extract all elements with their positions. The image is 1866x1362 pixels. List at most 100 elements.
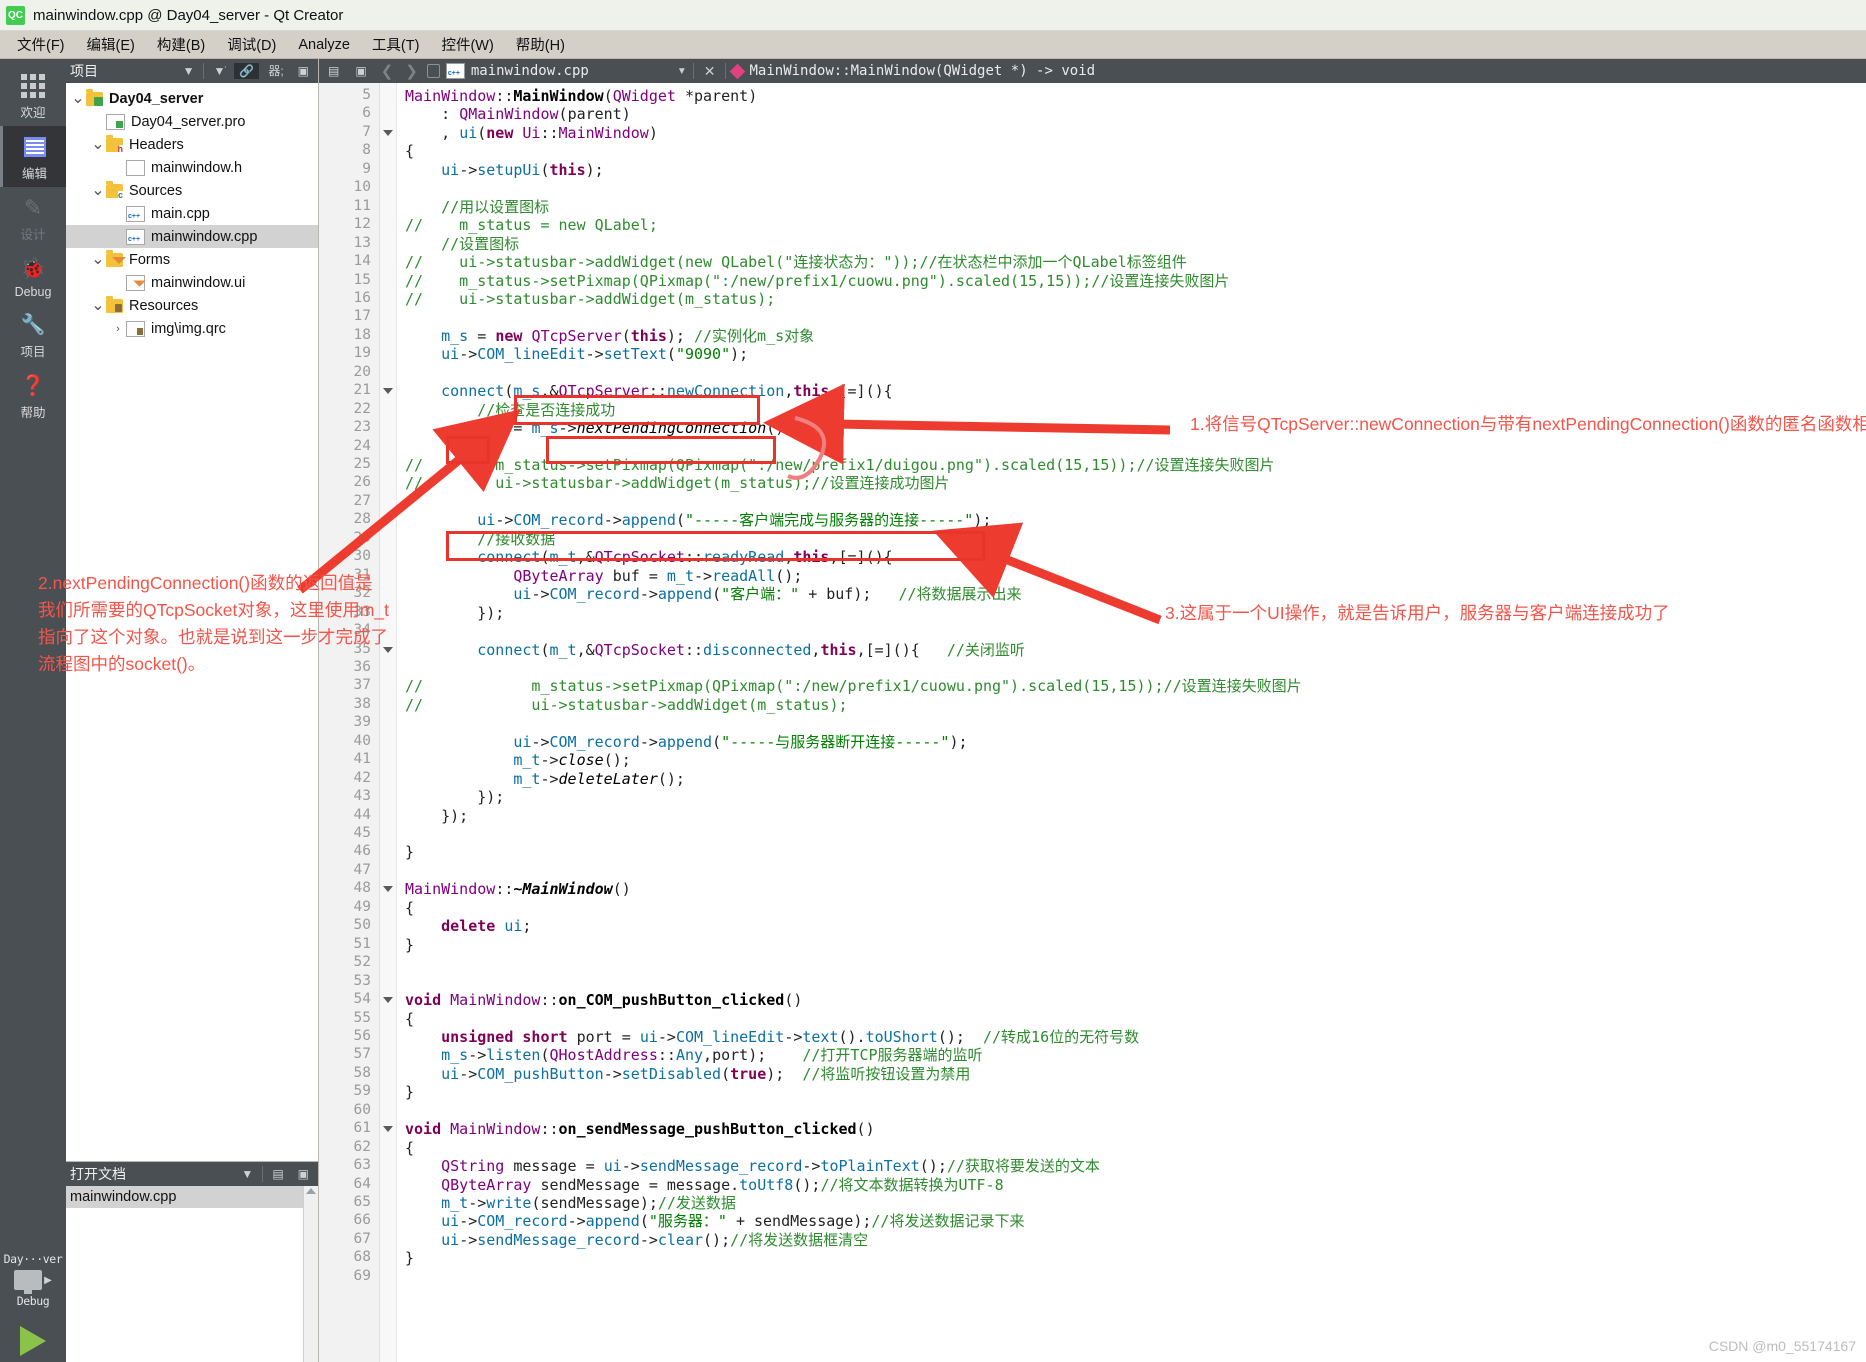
line-number: 20 <box>354 364 371 380</box>
split-icon[interactable]: 器; <box>263 63 288 79</box>
chevron-right-icon[interactable]: ❯ <box>402 62 421 80</box>
tree-item-label: Day04_server <box>109 91 203 107</box>
split-icon[interactable]: ▤ <box>323 63 344 79</box>
code-line: }); <box>405 807 468 825</box>
line-number: 28 <box>354 511 371 527</box>
menu-debug[interactable]: 调试(D) <box>216 31 287 58</box>
main-area: 欢迎编辑✎设计🐞Debug🔧项目❓帮助 Day···ver ▶ Debug 项目… <box>0 59 1866 1362</box>
fold-marker-icon[interactable] <box>383 127 393 137</box>
qt-creator-window: QC mainwindow.cpp @ Day04_server - Qt Cr… <box>0 0 1866 1360</box>
current-symbol[interactable]: MainWindow::MainWindow(QWidget *) -> voi… <box>749 63 1095 79</box>
chevron-down-icon[interactable]: ▼ <box>677 66 687 77</box>
code-line: } <box>405 843 414 861</box>
mode-selector-bar: 欢迎编辑 ✎ 设计 🐞Debug🔧项目❓帮助 Day···ver ▶ Debug <box>0 59 66 1362</box>
fold-marker-icon[interactable] <box>383 385 393 395</box>
folder-res-icon <box>106 299 123 313</box>
line-number: 19 <box>354 345 371 361</box>
menu-analyze[interactable]: Analyze <box>287 34 361 56</box>
document-lines-icon <box>22 134 48 160</box>
tree-item[interactable]: ⌄Resources <box>66 294 318 317</box>
line-number: 11 <box>354 198 371 214</box>
tree-item[interactable]: mainwindow.ui <box>66 271 318 294</box>
chevron-right-icon[interactable]: › <box>110 323 126 335</box>
fold-marker-icon[interactable] <box>383 883 393 893</box>
fold-marker-icon[interactable] <box>383 994 393 1004</box>
code-line: { <box>405 1010 414 1028</box>
chevron-down-icon[interactable]: ⌄ <box>90 255 106 265</box>
cpp-file-icon <box>446 63 465 79</box>
tree-item[interactable]: Day04_server.pro <box>66 110 318 133</box>
split-icon[interactable]: ▤ <box>267 1166 288 1182</box>
menu-window[interactable]: 控件(W) <box>430 31 504 58</box>
tree-item[interactable]: ⌄Sources <box>66 179 318 202</box>
line-number: 9 <box>362 161 371 177</box>
close-panel-icon[interactable]: ▣ <box>350 63 371 79</box>
code-area[interactable]: 5678910111213141516171819202122232425262… <box>319 83 1866 1362</box>
scroll-up-icon[interactable] <box>306 1188 316 1194</box>
tree-item-label: Headers <box>129 137 184 153</box>
mode-button-设计[interactable]: ✎ 设计 <box>0 187 66 248</box>
line-number: 57 <box>354 1046 371 1062</box>
chevron-down-icon[interactable]: ⌄ <box>70 94 86 104</box>
code-text[interactable]: MainWindow::MainWindow(QWidget *parent) … <box>397 83 1866 1362</box>
tree-item[interactable]: main.cpp <box>66 202 318 225</box>
open-documents-panel: 打开文档 ▼ ▤ ▣ mainwindow.cpp <box>66 1161 318 1362</box>
tree-item[interactable]: mainwindow.h <box>66 156 318 179</box>
line-number: 47 <box>354 862 371 878</box>
line-number: 49 <box>354 899 371 915</box>
line-number: 40 <box>354 733 371 749</box>
mode-button-项目[interactable]: 🔧项目 <box>0 304 66 365</box>
chevron-down-icon[interactable]: ⌄ <box>90 301 106 311</box>
chevron-down-icon[interactable]: ⌄ <box>90 140 106 150</box>
chevron-down-icon[interactable]: ▼ <box>178 63 200 79</box>
close-panel-icon[interactable]: ▣ <box>293 63 314 79</box>
tree-item[interactable]: mainwindow.cpp <box>66 225 318 248</box>
tree-item[interactable]: ›img\img.qrc <box>66 317 318 340</box>
menu-tools[interactable]: 工具(T) <box>361 31 431 58</box>
link-icon[interactable]: 🔗 <box>234 63 259 79</box>
line-number: 67 <box>354 1231 371 1247</box>
fold-marker-icon[interactable] <box>383 1123 393 1133</box>
menu-edit[interactable]: 编辑(E) <box>76 31 146 58</box>
tree-item-label: Forms <box>129 252 170 268</box>
mode-button-label: 设计 <box>20 224 45 243</box>
chevron-left-icon[interactable]: ❮ <box>378 62 397 80</box>
kit-selector[interactable]: Day···ver ▶ Debug <box>0 1252 66 1356</box>
code-line: ui->setupUi(this); <box>405 161 604 179</box>
pencil-icon: ✎ <box>20 195 46 221</box>
open-document-item[interactable]: mainwindow.cpp <box>66 1186 318 1208</box>
menu-file[interactable]: 文件(F) <box>6 31 76 58</box>
line-number: 16 <box>354 290 371 306</box>
current-file-name[interactable]: mainwindow.cpp <box>471 63 671 79</box>
tree-item[interactable]: ⌄ Headers <box>66 133 318 156</box>
run-button[interactable] <box>20 1326 46 1356</box>
code-line: { <box>405 1139 414 1157</box>
line-number: 66 <box>354 1212 371 1228</box>
line-number: 6 <box>362 105 371 121</box>
lock-icon[interactable] <box>427 64 440 78</box>
chevron-down-icon[interactable]: ⌄ <box>90 186 106 196</box>
close-panel-icon[interactable]: ▣ <box>293 1166 314 1182</box>
mode-button-欢迎[interactable]: 欢迎 <box>0 65 66 126</box>
tree-item-label: Day04_server.pro <box>131 114 245 130</box>
code-line: ui->sendMessage_record->clear();//将发送数据框… <box>405 1231 868 1249</box>
menu-build[interactable]: 构建(B) <box>146 31 216 58</box>
filter-icon[interactable]: ▼̇ <box>208 63 230 79</box>
mode-button-帮助[interactable]: ❓帮助 <box>0 365 66 426</box>
code-line: m_t->deleteLater(); <box>405 770 685 788</box>
mode-button-Debug[interactable]: 🐞Debug <box>0 248 66 304</box>
tree-item[interactable]: ⌄ Day04_server <box>66 87 318 110</box>
line-number: 61 <box>354 1120 371 1136</box>
tree-item[interactable]: ⌄ Forms <box>66 248 318 271</box>
code-line: m_t->close(); <box>405 751 631 769</box>
chevron-down-icon[interactable]: ▼ <box>236 1166 258 1182</box>
close-icon[interactable]: ✕ <box>700 63 720 80</box>
menu-help[interactable]: 帮助(H) <box>505 31 576 58</box>
mode-button-编辑[interactable]: 编辑 <box>0 126 66 187</box>
file-cpp-icon <box>126 229 145 245</box>
fold-column[interactable] <box>380 83 397 1362</box>
line-number: 68 <box>354 1249 371 1265</box>
line-number: 48 <box>354 880 371 896</box>
open-documents-scrollbar[interactable] <box>303 1186 318 1362</box>
line-number: 53 <box>354 973 371 989</box>
